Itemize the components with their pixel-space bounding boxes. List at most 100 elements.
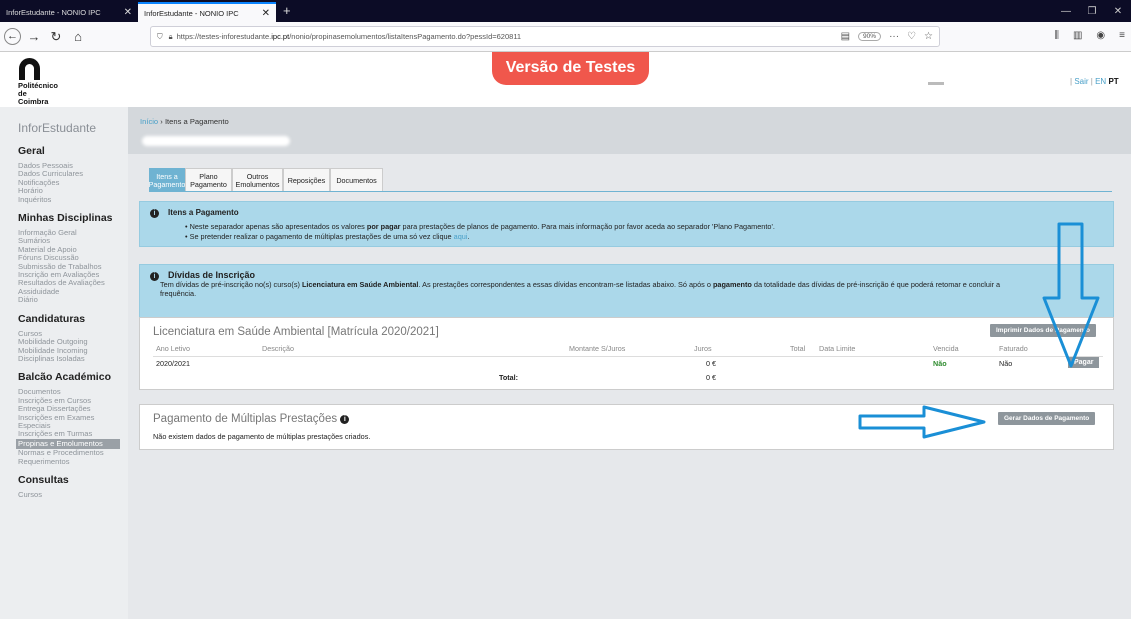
minimize-icon[interactable]: — (1053, 6, 1079, 17)
tab-label: Documentos (336, 175, 377, 185)
close-window-icon[interactable]: ✕ (1105, 6, 1131, 17)
sidebar: InforEstudante Geral Dados Pessoais Dados … (0, 107, 128, 619)
info-icon: i (150, 209, 159, 218)
tab-underline (149, 191, 1112, 192)
back-icon[interactable]: ← (4, 28, 21, 45)
tab-reposicoes[interactable]: Reposições (283, 168, 330, 192)
tab-plano-pagamento[interactable]: Plano Pagamento (185, 168, 232, 192)
browser-tab-active[interactable]: InforEstudante - NONIO IPC ✕ (138, 2, 276, 22)
site-header: Politécnico de Coimbra Versão de Testes |… (0, 52, 1131, 107)
col-header: Ano Letivo (156, 344, 190, 353)
sidebar-section-title: Candidaturas (18, 312, 86, 325)
text: . As prestações correspondentes a essas … (418, 280, 713, 289)
browser-nav-bar: ← → ↻ ⌂ ⛉ 🔒︎ https://testes-inforestudan… (0, 22, 1131, 52)
sidebar-item[interactable]: Inscrições em Turmas (18, 429, 122, 438)
tab-label: Pagamento (148, 179, 186, 189)
info-box-itens-pagamento: i Itens a Pagamento Neste separador apena… (139, 201, 1114, 247)
sidebar-title: InforEstudante (18, 121, 97, 135)
sidebar-section-title: Consultas (18, 473, 69, 486)
ipc-logo[interactable]: Politécnico de Coimbra (18, 58, 58, 106)
sidebar-item[interactable]: Diário (18, 295, 122, 304)
url-bar[interactable]: ⛉ 🔒︎ https://testes-inforestudante. ipc.p… (150, 26, 940, 47)
breadcrumb-home[interactable]: Início (140, 117, 158, 126)
info-bullet: Neste separador apenas são apresentados … (185, 222, 1113, 232)
tab-label: Reposições (287, 175, 326, 185)
sidebar-sections: Geral Dados Pessoais Dados Curriculares Not… (16, 145, 128, 499)
tab-title: InforEstudante - NONIO IPC (144, 8, 239, 18)
home-icon[interactable]: ⌂ (67, 29, 89, 44)
sidebar-item[interactable]: Requerimentos (18, 457, 122, 466)
tab-title: InforEstudante - NONIO IPC (6, 7, 101, 17)
arrow-right-icon (858, 405, 986, 439)
panel-title: Pagamento de Múltiplas Prestações i (153, 413, 350, 425)
breadcrumb-current: Itens a Pagamento (164, 117, 229, 126)
library-icon[interactable]: ⫼ (1054, 30, 1059, 41)
sidebar-item[interactable]: Cursos (18, 490, 122, 499)
generate-payment-data-button[interactable]: Gerar Dados de Pagamento (998, 412, 1096, 425)
tab-label: Emolumentos (235, 179, 280, 189)
account-icon[interactable]: ◉ (1096, 30, 1105, 41)
breadcrumb-separator: › (160, 117, 163, 126)
sidebar-section-title: Geral (18, 145, 45, 157)
tab-strip: Itens a Pagamento Plano Pagamento Outros Em… (149, 168, 383, 192)
browser-tab[interactable]: InforEstudante - NONIO IPC ✕ (0, 2, 138, 22)
reload-icon[interactable]: ↻ (45, 29, 67, 45)
tab-outros-emolumentos[interactable]: Outros Emolumentos (232, 168, 283, 192)
zoom-level[interactable]: 90% (858, 32, 882, 41)
main-content: Início › Itens a Pagamento Itens a Pagame… (128, 107, 1131, 619)
col-header: Montante S/Juros (569, 344, 626, 353)
window-controls: — ❐ ✕ (1053, 0, 1131, 22)
cell-juros: 0 € (706, 359, 716, 368)
language-links: | Sair | EN PT (1070, 77, 1119, 86)
tab-documentos[interactable]: Documentos (330, 168, 383, 192)
enrollment-panel: Licenciatura em Saúde Ambiental [Matrícu… (139, 317, 1114, 390)
more-icon[interactable]: ··· (889, 31, 899, 42)
logo-line2: de Coimbra (18, 89, 49, 106)
info-bullet: Se pretender realizar o pagamento de múl… (185, 232, 1113, 242)
forward-icon[interactable]: → (23, 29, 45, 44)
text: da totalidade das dívidas de pré-inscriç… (751, 280, 1001, 289)
shield-icon[interactable]: ⛉ (157, 32, 163, 42)
total-juros: 0 € (706, 373, 716, 382)
col-header: Total (790, 344, 806, 353)
info-icon[interactable]: i (340, 415, 350, 424)
star-icon[interactable]: ☆ (924, 31, 933, 42)
empty-message: Não existem dados de pagamento de múltip… (153, 432, 371, 441)
info-title: Dívidas de Inscrição (168, 270, 256, 280)
table-row: 2020/2021 0 € Não Não (153, 356, 1103, 369)
panel-title-text: Pagamento de Múltiplas Prestações (153, 413, 338, 425)
url-domain: ipc.pt (271, 32, 290, 41)
lock-icon[interactable]: 🔒︎ (169, 32, 173, 42)
close-tab-icon[interactable]: ✕ (124, 7, 132, 18)
cell-faturado: Não (999, 359, 1013, 368)
lang-en-link[interactable]: EN (1095, 77, 1106, 86)
reader-icon[interactable]: ▤ (841, 31, 850, 42)
pocket-icon[interactable]: ♡ (907, 31, 916, 42)
col-header: Juros (694, 344, 712, 353)
logout-link[interactable]: Sair (1074, 77, 1088, 86)
logo-mark (19, 58, 40, 80)
info-title: Itens a Pagamento (168, 208, 239, 217)
sidebar-icon[interactable]: ▥ (1073, 30, 1082, 41)
info-body: Tem dívidas de pré-inscrição no(s) curso… (160, 280, 1120, 298)
col-header: Descrição (262, 344, 294, 353)
browser-tab-bar: InforEstudante - NONIO IPC ✕ InforEstudan… (0, 0, 1131, 22)
text-bold: por pagar (366, 222, 401, 231)
total-label: Total: (499, 373, 519, 382)
sidebar-item[interactable]: Inscrições em Exames Especiais (18, 413, 122, 431)
sidebar-item[interactable]: Inquéritos (18, 195, 122, 204)
test-version-banner: Versão de Testes (492, 52, 649, 85)
user-name-redacted (928, 82, 944, 85)
tab-itens-pagamento[interactable]: Itens a Pagamento (149, 168, 185, 192)
menu-icon[interactable]: ≡ (1119, 30, 1125, 41)
sidebar-item[interactable]: Disciplinas Isoladas (18, 354, 122, 363)
col-header: Data Limite (819, 344, 856, 353)
new-tab-icon[interactable]: + (276, 2, 298, 22)
close-tab-icon[interactable]: ✕ (262, 8, 270, 19)
info-box-dividas: i Dívidas de Inscrição Tem dívidas de pré… (139, 264, 1114, 318)
text: Se pretender realizar o pagamento de múl… (189, 232, 454, 241)
info-icon: i (150, 272, 159, 281)
text: frequência. (160, 288, 197, 298)
restore-icon[interactable]: ❐ (1079, 6, 1105, 17)
multiple-payments-link[interactable]: aqui (454, 232, 468, 241)
